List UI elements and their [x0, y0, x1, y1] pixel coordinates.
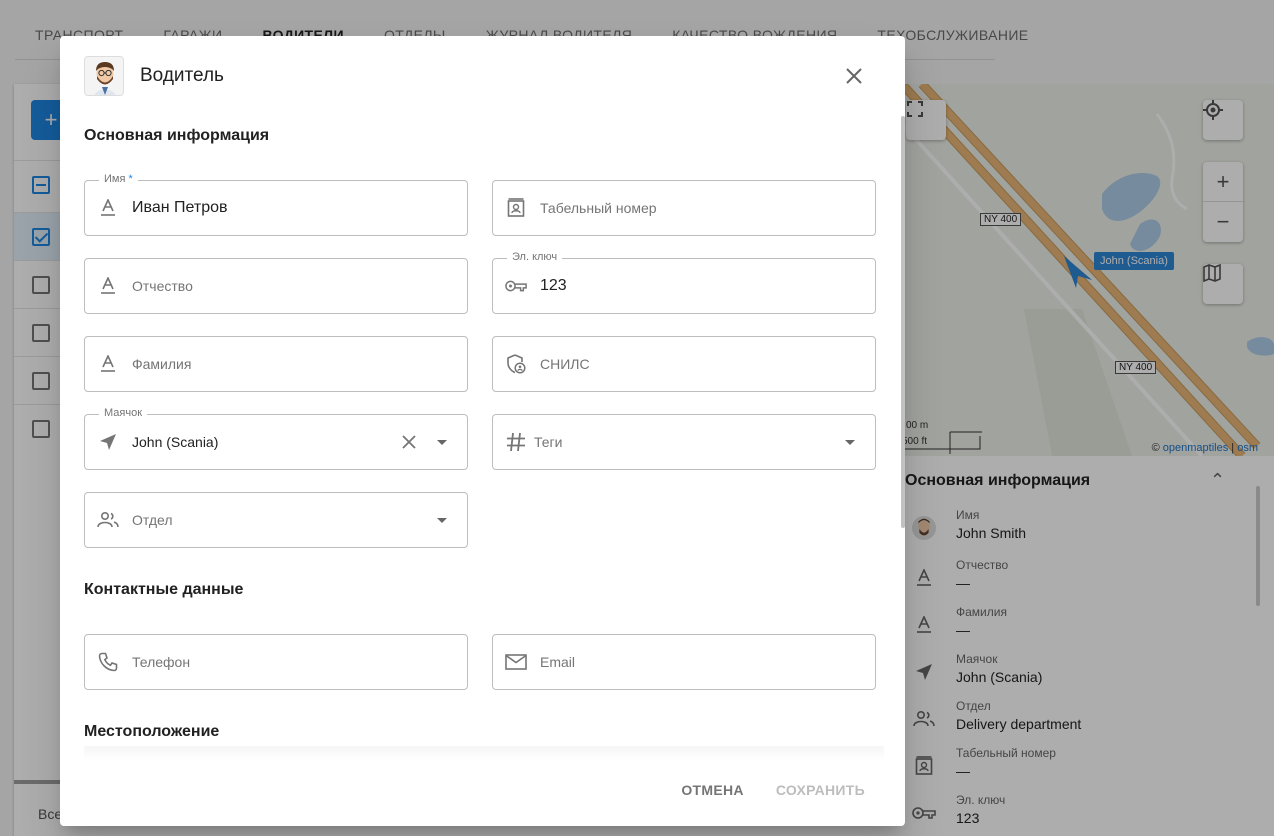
- phone-input[interactable]: Телефон: [132, 654, 190, 670]
- chevron-down-icon[interactable]: [437, 518, 447, 523]
- electronic-key-label: Эл. ключ: [507, 251, 563, 263]
- chevron-down-icon[interactable]: [437, 440, 447, 445]
- department-select[interactable]: Отдел: [84, 492, 468, 548]
- first-name-label: Имя *: [99, 173, 138, 185]
- section-location: Местоположение: [84, 723, 220, 740]
- clear-tracker-button[interactable]: [399, 432, 419, 452]
- driver-avatar: [84, 56, 124, 96]
- cancel-button[interactable]: Отмена: [681, 782, 743, 798]
- snils-field[interactable]: СНИЛС: [492, 336, 876, 392]
- electronic-key-field[interactable]: Эл. ключ 123: [492, 251, 876, 314]
- phone-icon: [97, 651, 119, 673]
- badge-icon: [505, 197, 527, 219]
- last-name-input[interactable]: Фамилия: [132, 356, 191, 372]
- scroll-shadow: [84, 746, 884, 760]
- save-button[interactable]: Сохранить: [776, 782, 865, 798]
- tracker-value: John (Scania): [132, 434, 219, 450]
- department-input[interactable]: Отдел: [132, 512, 173, 528]
- close-icon: [402, 435, 416, 449]
- tags-select[interactable]: Теги: [492, 414, 876, 470]
- navigation-icon: [97, 431, 119, 453]
- first-name-field[interactable]: Имя * Иван Петров: [84, 173, 468, 236]
- section-contacts: Контактные данные: [84, 581, 244, 598]
- text-format-icon: [97, 197, 119, 219]
- electronic-key-input[interactable]: 123: [540, 277, 567, 295]
- people-icon: [97, 509, 119, 531]
- mail-icon: [505, 651, 527, 673]
- first-name-label-text: Имя: [104, 173, 126, 185]
- email-field[interactable]: Email: [492, 634, 876, 690]
- close-button[interactable]: [842, 64, 866, 88]
- phone-field[interactable]: Телефон: [84, 634, 468, 690]
- driver-dialog: Водитель Основная информация Имя * Иван …: [60, 36, 905, 826]
- required-mark: *: [128, 173, 133, 185]
- chevron-down-icon[interactable]: [845, 440, 855, 445]
- tags-input[interactable]: Теги: [534, 434, 562, 450]
- personnel-number-field[interactable]: Табельный номер: [492, 180, 876, 236]
- shield-user-icon: [505, 353, 527, 375]
- tracker-select[interactable]: Маячок John (Scania): [84, 407, 468, 470]
- key-icon: [505, 275, 527, 297]
- email-input[interactable]: Email: [540, 654, 575, 670]
- text-format-icon: [97, 353, 119, 375]
- hashtag-icon: [505, 431, 527, 453]
- patronymic-input[interactable]: Отчество: [132, 278, 193, 294]
- dialog-title: Водитель: [140, 65, 224, 86]
- dialog-scrollbar[interactable]: [901, 116, 905, 528]
- dialog-actions: Отмена Сохранить: [681, 782, 865, 798]
- personnel-number-input[interactable]: Табельный номер: [540, 200, 657, 216]
- text-format-icon: [97, 275, 119, 297]
- patronymic-field[interactable]: Отчество: [84, 258, 468, 314]
- last-name-field[interactable]: Фамилия: [84, 336, 468, 392]
- section-basic-info: Основная информация: [84, 127, 270, 144]
- first-name-input[interactable]: Иван Петров: [132, 199, 228, 217]
- tracker-label: Маячок: [99, 407, 148, 419]
- snils-input[interactable]: СНИЛС: [540, 356, 590, 372]
- close-icon: [846, 68, 862, 84]
